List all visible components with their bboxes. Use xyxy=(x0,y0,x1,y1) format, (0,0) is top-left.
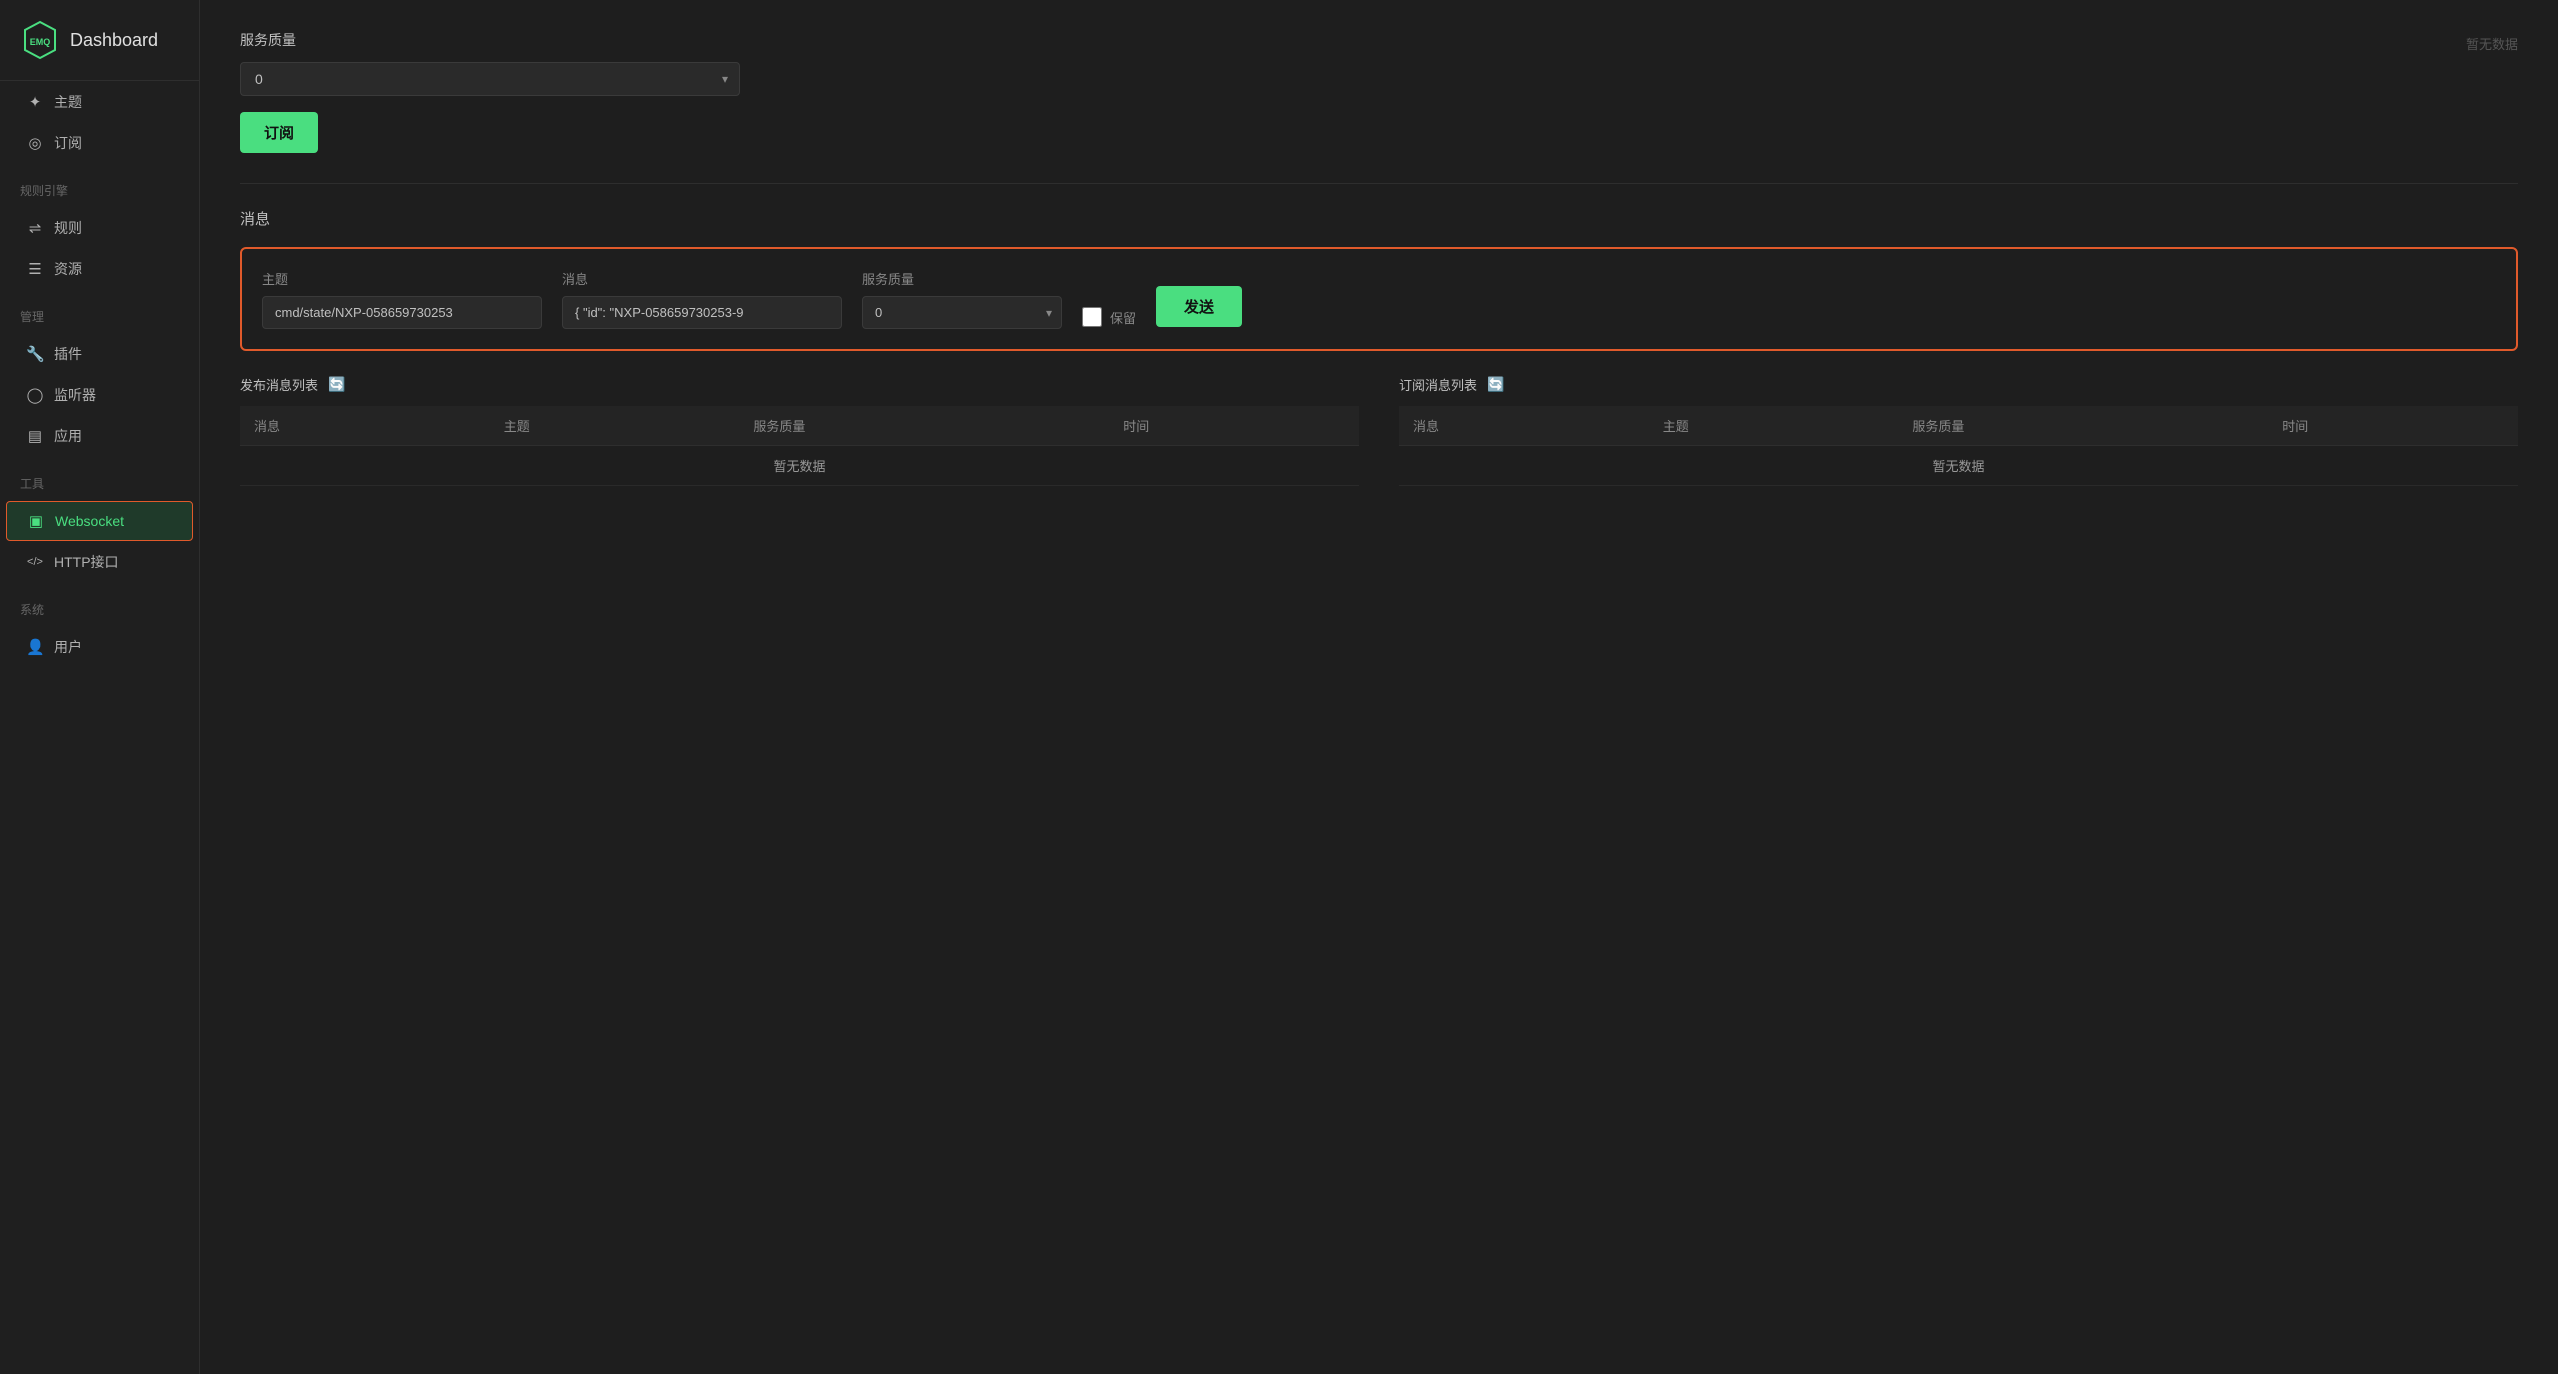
sub-col-topic: 主题 xyxy=(1649,406,1899,446)
sidebar-header: EMQ Dashboard xyxy=(0,0,199,81)
sidebar-label-monitor: 监听器 xyxy=(54,385,96,405)
msg-qos-select[interactable]: 0 1 2 xyxy=(862,296,1062,329)
sidebar-section-basic: ✦ 主题 ◎ 订阅 xyxy=(0,81,199,164)
svg-text:EMQ: EMQ xyxy=(30,37,51,47)
sidebar-section-management: 管理 🔧 插件 ◯ 监听器 ▤ 应用 xyxy=(0,290,199,457)
sub-col-qos: 服务质量 xyxy=(1898,406,2268,446)
topic-field-group: 主题 xyxy=(262,269,542,329)
message-section-title: 消息 xyxy=(240,208,2518,229)
user-icon: 👤 xyxy=(26,638,44,656)
subscribe-section: 服务质量 0 1 2 ▾ 订阅 暂无数据 xyxy=(240,30,2518,153)
plugins-icon: 🔧 xyxy=(26,345,44,363)
dashboard-title: Dashboard xyxy=(70,30,158,51)
subscribe-left: 服务质量 0 1 2 ▾ 订阅 xyxy=(240,30,2466,153)
message-input[interactable] xyxy=(562,296,842,329)
sidebar-item-subscribe[interactable]: ◎ 订阅 xyxy=(6,123,193,163)
apps-icon: ▤ xyxy=(26,427,44,445)
sidebar-item-websocket[interactable]: ▣ Websocket xyxy=(6,501,193,541)
publish-table-head: 消息 主题 服务质量 时间 xyxy=(240,406,1359,446)
publish-table-title: 发布消息列表 xyxy=(240,375,318,394)
sidebar: EMQ Dashboard ✦ 主题 ◎ 订阅 规则引擎 ⇌ 规则 ☰ 资源 管… xyxy=(0,0,200,1374)
retain-checkbox[interactable] xyxy=(1082,307,1102,327)
sidebar-label-websocket: Websocket xyxy=(55,513,124,529)
subscribe-refresh-icon[interactable]: 🔄 xyxy=(1487,376,1504,393)
msg-qos-wrapper: 服务质量 0 1 2 ▾ xyxy=(862,269,1062,329)
send-button[interactable]: 发送 xyxy=(1156,286,1242,327)
subscribe-table-body: 暂无数据 xyxy=(1399,446,2518,486)
tables-row: 发布消息列表 🔄 消息 主题 服务质量 时间 暂无数据 xyxy=(240,375,2518,486)
rules-engine-label: 规则引擎 xyxy=(0,164,199,207)
section-divider xyxy=(240,183,2518,184)
system-label: 系统 xyxy=(0,583,199,626)
sidebar-section-tools: 工具 ▣ Websocket </> HTTP接口 xyxy=(0,457,199,583)
management-label: 管理 xyxy=(0,290,199,333)
sidebar-section-rules: 规则引擎 ⇌ 规则 ☰ 资源 xyxy=(0,164,199,290)
retain-label: 保留 xyxy=(1110,308,1136,327)
publish-empty-text: 暂无数据 xyxy=(240,446,1359,486)
publish-empty-row: 暂无数据 xyxy=(240,446,1359,486)
sub-col-time: 时间 xyxy=(2268,406,2518,446)
rules-icon: ⇌ xyxy=(26,219,44,237)
monitor-icon: ◯ xyxy=(26,386,44,404)
publish-table-header: 发布消息列表 🔄 xyxy=(240,375,1359,394)
subscribe-table-section: 订阅消息列表 🔄 消息 主题 服务质量 时间 暂无数据 xyxy=(1399,375,2518,486)
subscribe-top-area: 服务质量 0 1 2 ▾ 订阅 暂无数据 xyxy=(240,30,2518,153)
message-field-label: 消息 xyxy=(562,269,842,288)
sidebar-item-users[interactable]: 👤 用户 xyxy=(6,627,193,667)
subscribe-button[interactable]: 订阅 xyxy=(240,112,318,153)
pub-col-message: 消息 xyxy=(240,406,490,446)
publish-table-section: 发布消息列表 🔄 消息 主题 服务质量 时间 暂无数据 xyxy=(240,375,1359,486)
msg-qos-outer: 0 1 2 ▾ xyxy=(862,296,1062,329)
publish-refresh-icon[interactable]: 🔄 xyxy=(328,376,345,393)
top-no-data: 暂无数据 xyxy=(2466,34,2518,53)
sidebar-item-plugins[interactable]: 🔧 插件 xyxy=(6,334,193,374)
http-icon: </> xyxy=(26,556,44,568)
publish-table-body: 暂无数据 xyxy=(240,446,1359,486)
sidebar-item-resources[interactable]: ☰ 资源 xyxy=(6,249,193,289)
sub-col-message: 消息 xyxy=(1399,406,1649,446)
topic-input[interactable] xyxy=(262,296,542,329)
msg-qos-label: 服务质量 xyxy=(862,269,1062,288)
tools-label: 工具 xyxy=(0,457,199,500)
subscribe-table-header: 订阅消息列表 🔄 xyxy=(1399,375,2518,394)
sidebar-label-resources: 资源 xyxy=(54,259,82,279)
main-content: 服务质量 0 1 2 ▾ 订阅 暂无数据 消息 主题 xyxy=(200,0,2558,1374)
pub-col-time: 时间 xyxy=(1109,406,1359,446)
sidebar-item-apps[interactable]: ▤ 应用 xyxy=(6,416,193,456)
sidebar-label-apps: 应用 xyxy=(54,426,82,446)
pub-col-qos: 服务质量 xyxy=(739,406,1109,446)
subscribe-empty-row: 暂无数据 xyxy=(1399,446,2518,486)
emq-logo-icon: EMQ xyxy=(20,20,60,60)
subscribe-table: 消息 主题 服务质量 时间 暂无数据 xyxy=(1399,406,2518,486)
subscribe-icon: ◎ xyxy=(26,134,44,152)
sidebar-label-plugins: 插件 xyxy=(54,344,82,364)
pub-col-topic: 主题 xyxy=(490,406,740,446)
sidebar-section-system: 系统 👤 用户 xyxy=(0,583,199,668)
subscribe-table-title: 订阅消息列表 xyxy=(1399,375,1477,394)
sidebar-item-rules[interactable]: ⇌ 规则 xyxy=(6,208,193,248)
qos-select-wrapper: 0 1 2 ▾ xyxy=(240,62,740,96)
qos-label: 服务质量 xyxy=(240,30,2466,50)
retain-group: 保留 xyxy=(1082,307,1136,327)
sidebar-label-http: HTTP接口 xyxy=(54,552,119,572)
resources-icon: ☰ xyxy=(26,260,44,278)
subscribe-table-head: 消息 主题 服务质量 时间 xyxy=(1399,406,2518,446)
sidebar-item-monitor[interactable]: ◯ 监听器 xyxy=(6,375,193,415)
topic-field-label: 主题 xyxy=(262,269,542,288)
sidebar-label-users: 用户 xyxy=(54,637,82,657)
sidebar-label-subscribe: 订阅 xyxy=(54,133,82,153)
sidebar-label-theme: 主题 xyxy=(54,92,82,112)
sidebar-item-http[interactable]: </> HTTP接口 xyxy=(6,542,193,582)
message-section: 消息 主题 消息 服务质量 0 1 2 xyxy=(240,208,2518,486)
message-field-group: 消息 xyxy=(562,269,842,329)
message-form-box: 主题 消息 服务质量 0 1 2 ▾ xyxy=(240,247,2518,351)
qos-select[interactable]: 0 1 2 xyxy=(240,62,740,96)
subscribe-empty-text: 暂无数据 xyxy=(1399,446,2518,486)
publish-table: 消息 主题 服务质量 时间 暂无数据 xyxy=(240,406,1359,486)
sidebar-label-rules: 规则 xyxy=(54,218,82,238)
sidebar-item-theme[interactable]: ✦ 主题 xyxy=(6,82,193,122)
theme-icon: ✦ xyxy=(26,93,44,111)
websocket-icon: ▣ xyxy=(27,512,45,530)
